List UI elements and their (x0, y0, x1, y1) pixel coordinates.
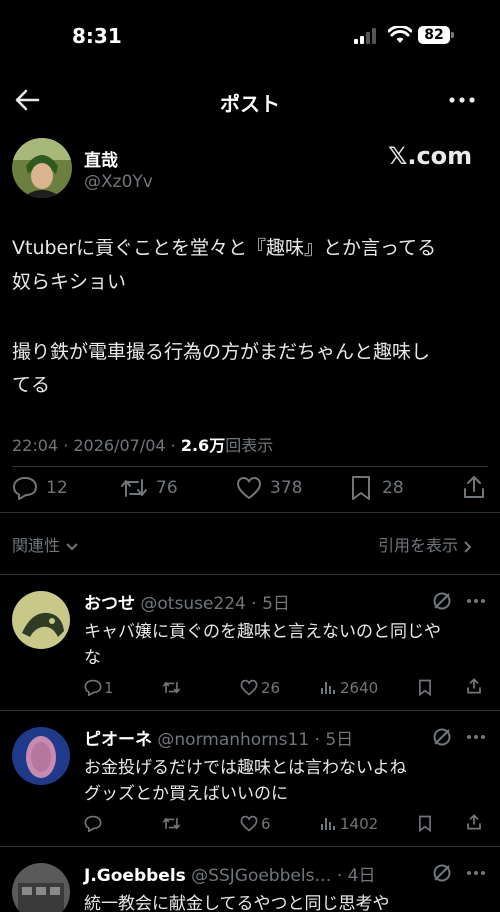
view-quotes-label: 引用を表示 (378, 536, 459, 555)
chevron-right-icon (463, 540, 473, 554)
chevron-down-icon (65, 542, 79, 552)
divider (0, 512, 500, 513)
more-icon[interactable] (466, 734, 486, 740)
like-icon[interactable] (240, 815, 258, 832)
reply-author-name[interactable]: J.Goebbels (84, 866, 186, 886)
sort-label: 関連性 (12, 536, 61, 555)
view-count: 1402 (340, 815, 379, 833)
signal-icon (354, 28, 380, 44)
reply-icon[interactable] (84, 679, 102, 696)
wifi-icon (388, 26, 412, 44)
reply-header: J.Goebbels @SSJGoebbels… · 4日 (84, 861, 375, 886)
like-count: 378 (270, 478, 303, 498)
bookmark-icon[interactable] (418, 679, 432, 696)
bookmark-icon[interactable] (418, 815, 432, 832)
post-text-line: 奴らキショい (12, 271, 127, 293)
reply-item[interactable]: おつせ @otsuse224 · 5日 キャバ嬢に貢ぐのを趣味と言えないのと同じ… (0, 575, 500, 710)
like-count: 6 (261, 815, 271, 833)
reply-meta: @otsuse224 · 5日 (140, 594, 290, 614)
reply-item[interactable]: J.Goebbels @SSJGoebbels… · 4日 統一教会に献金してる… (0, 847, 500, 912)
reply-text-line: グッズとか買えばいいのに (84, 784, 288, 804)
bookmark-icon[interactable] (350, 475, 372, 501)
reply-text-line: お金投げるだけでは趣味とは言わないよね (84, 758, 407, 778)
reply-avatar[interactable] (12, 591, 70, 649)
reply-meta: @SSJGoebbels… · 4日 (191, 866, 376, 886)
grok-icon[interactable] (432, 863, 452, 883)
reply-meta: @normanhorns11 · 5日 (157, 730, 354, 750)
reply-text-line: な (84, 648, 101, 668)
reply-count: 1 (104, 679, 114, 697)
post-text-line: てる (12, 374, 51, 396)
repost-count: 76 (156, 478, 178, 498)
status-bar: 8:31 82 (0, 0, 500, 70)
like-icon[interactable] (236, 476, 262, 500)
views-label: 回表示 (225, 436, 274, 455)
reply-item[interactable]: ピオーネ @normanhorns11 · 5日 お金投げるだけでは趣味とは言わ… (0, 711, 500, 846)
share-icon[interactable] (462, 474, 486, 500)
view-quotes-link[interactable]: 引用を表示 (378, 532, 473, 556)
post-text-line: 撮り鉄が電車撮る行為の方がまだちゃんと趣味し (12, 341, 431, 363)
views-count: 2.6万 (180, 436, 226, 455)
page-title: ポスト (220, 92, 280, 116)
battery-tip (451, 32, 454, 38)
author-handle[interactable]: @Xz0Yv (84, 172, 153, 192)
reply-header: ピオーネ @normanhorns11 · 5日 (84, 725, 353, 750)
repost-icon[interactable] (162, 679, 181, 696)
divider (12, 466, 488, 467)
avatar[interactable] (12, 138, 72, 198)
status-time: 8:31 (72, 24, 122, 48)
like-icon[interactable] (240, 679, 258, 696)
repost-icon[interactable] (120, 476, 148, 500)
reply-avatar[interactable] (12, 863, 70, 912)
post-text-line: Vtuberに貢ぐことを堂々と『趣味』とか言ってる (12, 237, 437, 259)
x-logo-watermark: 𝕏.com (388, 142, 473, 170)
post-timestamp: 22:04 · 2026/07/04 · (12, 436, 181, 455)
views-icon[interactable] (320, 680, 336, 695)
repost-icon[interactable] (162, 815, 181, 832)
more-icon[interactable] (466, 870, 486, 876)
view-count: 2640 (340, 679, 379, 697)
reply-text-line: キャバ嬢に貢ぐのを趣味と言えないのと同じや (84, 622, 441, 642)
bookmark-count: 28 (382, 478, 404, 498)
author-name[interactable]: 直哉 (84, 146, 118, 171)
more-icon[interactable] (466, 598, 486, 604)
grok-icon[interactable] (432, 591, 452, 611)
share-icon[interactable] (466, 677, 482, 695)
grok-icon[interactable] (432, 727, 452, 747)
reply-avatar[interactable] (12, 727, 70, 785)
back-arrow-icon[interactable] (14, 88, 40, 112)
views-icon[interactable] (320, 816, 336, 831)
reply-author-name[interactable]: ピオーネ (84, 730, 152, 750)
more-icon[interactable] (449, 96, 475, 104)
like-count: 26 (261, 679, 281, 697)
reply-text-line: 統一教会に献金してるやつと同じ思考や (84, 894, 390, 912)
battery-level: 82 (424, 27, 444, 43)
reply-icon[interactable] (84, 815, 102, 832)
reply-count: 12 (46, 478, 68, 498)
share-icon[interactable] (466, 813, 482, 831)
sort-dropdown[interactable]: 関連性 (12, 532, 79, 556)
reply-author-name[interactable]: おつせ (84, 594, 135, 614)
reply-header: おつせ @otsuse224 · 5日 (84, 589, 290, 614)
reply-icon[interactable] (12, 476, 38, 500)
post-meta: 22:04 · 2026/07/04 · 2.6万回表示 (12, 432, 273, 456)
